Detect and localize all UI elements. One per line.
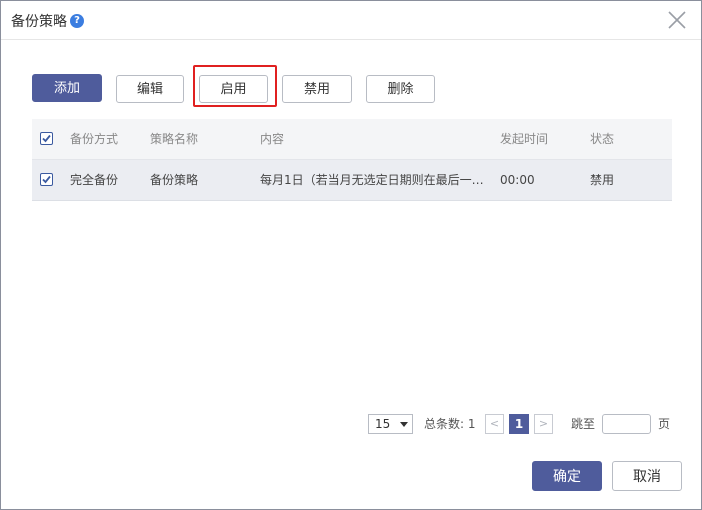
header-time: 发起时间 — [500, 132, 549, 146]
dialog-titlebar: 备份策略 ? — [1, 1, 701, 40]
page-suffix: 页 — [658, 417, 671, 431]
table-header: 备份方式 策略名称 内容 发起时间 状态 — [32, 119, 672, 160]
select-all-checkbox[interactable] — [40, 132, 53, 145]
check-icon — [42, 134, 51, 143]
header-status: 状态 — [590, 132, 615, 146]
row-name: 备份策略 — [150, 173, 199, 187]
delete-button[interactable]: 删除 — [366, 75, 435, 103]
policy-table: 备份方式 策略名称 内容 发起时间 状态 完全备份 备份策略 每月1日（若当月无… — [32, 119, 672, 201]
header-content: 内容 — [260, 132, 285, 146]
page-size-value: 15 — [375, 417, 391, 431]
jump-label: 跳至 — [571, 417, 596, 431]
check-icon — [42, 175, 51, 184]
row-time: 00:00 — [500, 173, 535, 187]
question-circle-icon[interactable]: ? — [70, 14, 84, 28]
caret-down-icon — [400, 422, 408, 427]
page-size-select[interactable]: 15 — [368, 414, 413, 434]
total-count: 总条数: 1 — [424, 417, 476, 431]
header-name: 策略名称 — [150, 132, 199, 146]
row-checkbox[interactable] — [40, 173, 53, 186]
close-icon[interactable] — [666, 9, 688, 31]
row-status: 禁用 — [590, 173, 615, 187]
row-content: 每月1日（若当月无选定日期则在最后一… — [260, 173, 484, 187]
edit-button[interactable]: 编辑 — [116, 75, 184, 103]
next-page-button[interactable]: > — [534, 414, 553, 434]
backup-policy-dialog: 备份策略 ? 添加 编辑 启用 禁用 删除 备份方式 策略名称 内容 发起时间 … — [0, 0, 702, 510]
highlight-box — [193, 65, 277, 107]
row-method: 完全备份 — [70, 173, 119, 187]
disable-button[interactable]: 禁用 — [282, 75, 352, 103]
header-method: 备份方式 — [70, 132, 119, 146]
add-button[interactable]: 添加 — [32, 74, 102, 102]
confirm-button[interactable]: 确定 — [532, 461, 602, 491]
jump-page-input[interactable] — [602, 414, 651, 434]
dialog-title: 备份策略 — [11, 14, 67, 30]
cancel-button[interactable]: 取消 — [612, 461, 682, 491]
table-row[interactable]: 完全备份 备份策略 每月1日（若当月无选定日期则在最后一… 00:00 禁用 — [32, 160, 672, 201]
prev-page-button[interactable]: < — [485, 414, 504, 434]
current-page-button[interactable]: 1 — [509, 414, 529, 434]
